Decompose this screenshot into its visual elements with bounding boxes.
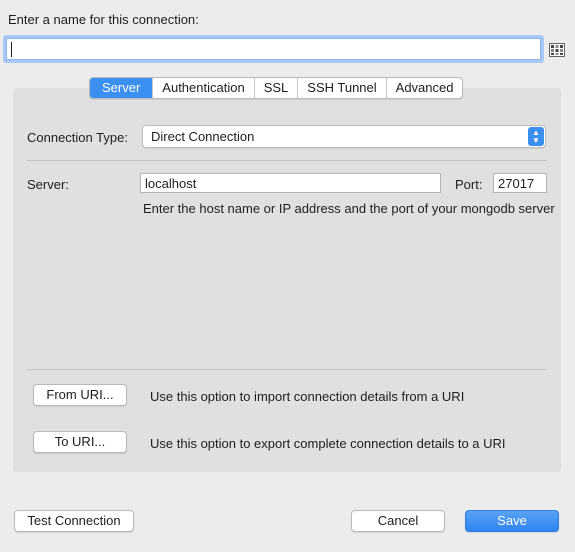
cancel-button[interactable]: Cancel (351, 510, 445, 532)
connection-type-value: Direct Connection (151, 129, 255, 144)
tab-advanced[interactable]: Advanced (385, 78, 463, 98)
divider (27, 160, 547, 161)
server-label: Server: (27, 177, 69, 192)
tab-ssh-tunnel[interactable]: SSH Tunnel (297, 78, 385, 98)
color-picker-icon[interactable] (549, 43, 565, 57)
select-arrows-icon: ▲ ▼ (528, 127, 544, 146)
connection-name-input[interactable] (6, 38, 541, 60)
connection-type-select[interactable]: Direct Connection ▲ ▼ (142, 125, 546, 148)
tab-ssl[interactable]: SSL (253, 78, 298, 98)
divider (27, 369, 547, 370)
port-input[interactable]: 27017 (493, 173, 547, 193)
port-label: Port: (455, 177, 483, 192)
tab-authentication[interactable]: Authentication (152, 78, 253, 98)
to-uri-description: Use this option to export complete conne… (150, 436, 506, 451)
connection-type-label: Connection Type: (27, 130, 128, 145)
port-value: 27017 (498, 176, 535, 191)
from-uri-description: Use this option to import connection det… (150, 389, 465, 404)
connection-name-label: Enter a name for this connection: (8, 12, 199, 27)
to-uri-button[interactable]: To URI... (33, 431, 127, 453)
text-caret (11, 42, 12, 57)
tab-bar: Server Authentication SSL SSH Tunnel Adv… (89, 77, 464, 99)
server-hint: Enter the host name or IP address and th… (143, 201, 555, 216)
server-input[interactable]: localhost (140, 173, 441, 193)
save-button[interactable]: Save (465, 510, 559, 532)
tab-server[interactable]: Server (90, 78, 153, 98)
from-uri-button[interactable]: From URI... (33, 384, 127, 406)
test-connection-button[interactable]: Test Connection (14, 510, 134, 532)
server-value: localhost (145, 176, 197, 191)
